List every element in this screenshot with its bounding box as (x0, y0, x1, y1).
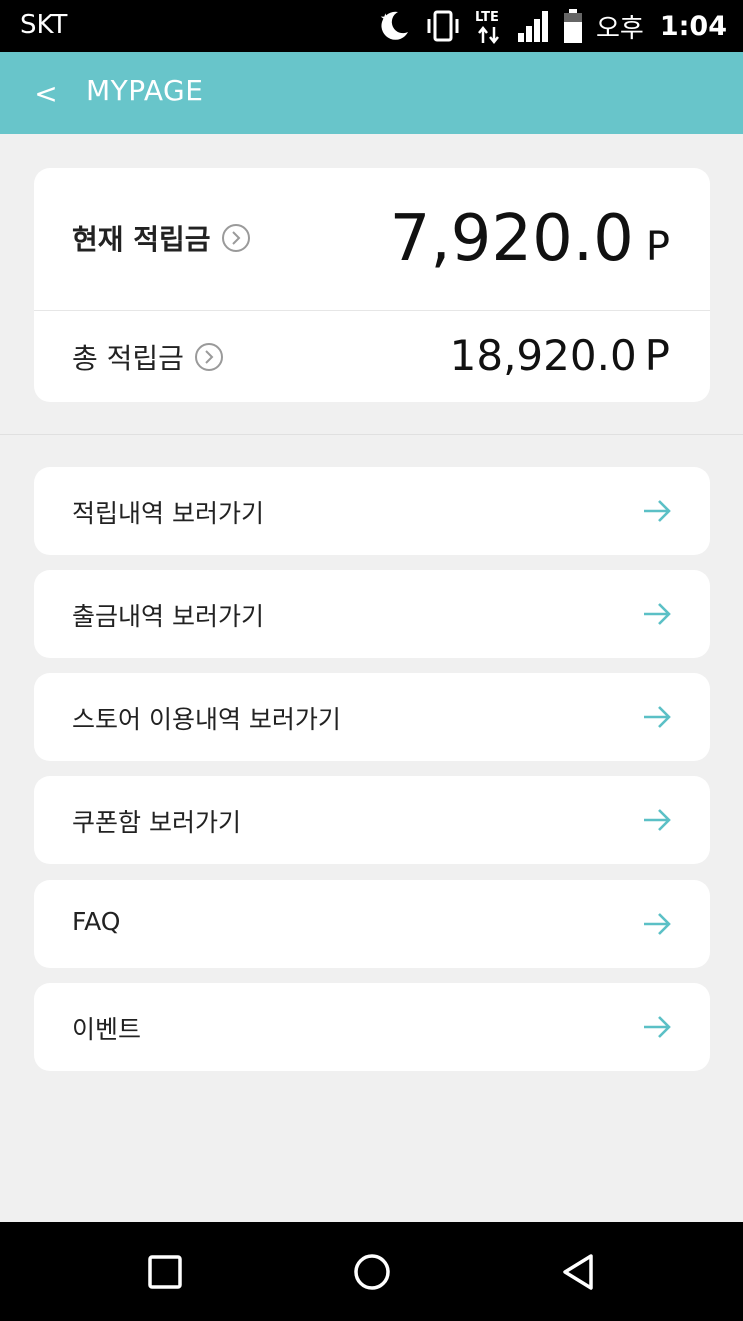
menu-item-label: 스토어 이용내역 보러가기 (72, 705, 341, 734)
menu-item-label: FAQ (72, 907, 121, 936)
current-points-row: 현재 적립금 7,920.0 P (34, 168, 710, 311)
menu-item-faq[interactable]: FAQ (34, 880, 710, 968)
menu-item-withdrawal-history[interactable]: 출금내역 보러가기 (34, 570, 710, 658)
current-points-unit: P (645, 224, 670, 270)
points-card: 현재 적립금 7,920.0 P 총 적립금 18,920.0 P (34, 168, 710, 402)
menu-item-points-history[interactable]: 적립내역 보러가기 (34, 467, 710, 555)
carrier-label: SKT (20, 10, 68, 40)
back-nav-icon[interactable] (557, 1250, 601, 1294)
menu-item-label: 이벤트 (72, 1015, 142, 1044)
menu-item-store-history[interactable]: 스토어 이용내역 보러가기 (34, 673, 710, 761)
chevron-right-circle-icon[interactable] (194, 342, 224, 372)
total-points-label-group: 총 적립금 (72, 337, 224, 377)
menu-item-label: 적립내역 보러가기 (72, 499, 264, 528)
arrow-right-icon (644, 603, 671, 625)
svg-text:★: ★ (380, 11, 391, 25)
total-points-label: 총 적립금 (72, 342, 184, 375)
total-points-row: 총 적립금 18,920.0 P (34, 311, 710, 402)
clock-ampm: 오후 (595, 13, 644, 44)
app-bar: < MYPAGE (0, 52, 743, 134)
lte-data-icon: LTE (475, 10, 499, 45)
total-points-value-group: 18,920.0 P (450, 331, 670, 381)
svg-text:LTE: LTE (475, 10, 499, 25)
current-points-value-group: 7,920.0 P (390, 204, 670, 282)
status-icons: ★ LTE 오후 1:04 (376, 6, 727, 46)
current-points-label: 현재 적립금 (72, 223, 211, 256)
menu-item-label: 출금내역 보러가기 (72, 602, 264, 631)
arrow-right-icon (644, 809, 671, 831)
chevron-right-circle-icon[interactable] (221, 223, 251, 253)
section-divider (0, 434, 743, 435)
arrow-right-icon (644, 913, 671, 935)
menu-item-events[interactable]: 이벤트 (34, 983, 710, 1071)
arrow-right-icon (644, 706, 671, 728)
clock: 1:04 (659, 10, 727, 42)
current-points-label-group: 현재 적립금 (72, 218, 251, 258)
battery-icon (563, 9, 582, 43)
back-button[interactable]: < (28, 70, 64, 116)
vibrate-icon (427, 10, 459, 42)
recent-apps-icon[interactable] (143, 1250, 187, 1294)
night-mode-icon: ★ (380, 11, 408, 40)
signal-icon (517, 11, 548, 42)
current-points-value: 7,920.0 (389, 202, 634, 276)
arrow-right-icon (644, 500, 671, 522)
home-icon[interactable] (350, 1250, 394, 1294)
total-points-unit: P (644, 331, 670, 380)
arrow-right-icon (644, 1016, 671, 1038)
status-bar: SKT ★ LTE 오후 1:04 (0, 0, 743, 52)
total-points-value: 18,920.0 (449, 331, 637, 380)
navigation-bar (0, 1222, 743, 1321)
page-title: MYPAGE (86, 74, 204, 107)
menu-item-label: 쿠폰함 보러가기 (72, 808, 241, 837)
menu-item-coupons[interactable]: 쿠폰함 보러가기 (34, 776, 710, 864)
